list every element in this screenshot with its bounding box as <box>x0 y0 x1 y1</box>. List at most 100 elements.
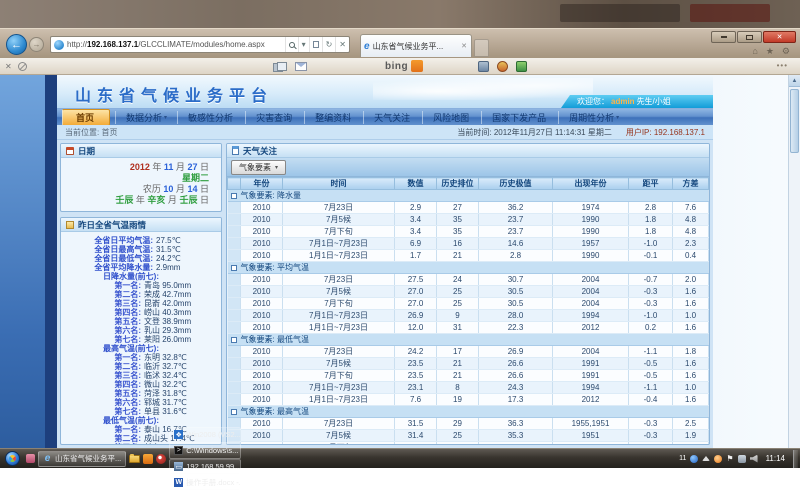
station-value: 32.8℃ <box>162 353 187 362</box>
browser-tab[interactable]: e 山东省气候业务平... ✕ <box>360 34 472 57</box>
taskbar-clock[interactable]: 11:14 <box>766 454 785 463</box>
table-cell: 12.0 <box>395 322 437 334</box>
section-title: 最低气温(前七): <box>63 416 159 425</box>
tab-close-icon[interactable]: ✕ <box>460 41 468 51</box>
cards-addon-icon[interactable] <box>273 62 286 71</box>
table-cell: 28.0 <box>479 310 553 322</box>
share-addon-icon[interactable] <box>516 61 527 72</box>
show-desktop-button[interactable] <box>793 450 798 468</box>
table-cell: 1994 <box>553 382 629 394</box>
table-row: 20107月下旬31.42535.31951-0.31.9 <box>228 442 709 445</box>
pinned-app-icon[interactable] <box>143 454 153 464</box>
nav-item[interactable]: 灾害查询 <box>245 111 304 124</box>
tray-app-icon[interactable] <box>690 455 698 463</box>
table-cell: 1957 <box>553 238 629 250</box>
close-sidebar-icon[interactable]: ✕ <box>5 62 12 71</box>
taskbar-window-item[interactable]: ❖ Win2008 (VS2... <box>169 427 241 443</box>
table-cell: 4.8 <box>673 214 709 226</box>
table-cell: 2010 <box>241 214 283 226</box>
table-cell: 2010 <box>241 286 283 298</box>
camera-addon-icon[interactable] <box>478 61 489 72</box>
table-cell: 31.5 <box>395 418 437 430</box>
expand-checkbox-icon[interactable] <box>231 193 237 199</box>
forward-button[interactable]: → <box>29 37 44 52</box>
table-cell: 2010 <box>241 322 283 334</box>
user-ip: 用户IP: 192.168.137.1 <box>626 127 705 138</box>
nav-item[interactable]: 天气关注 <box>363 111 422 124</box>
rank-row: 第一名:东明 32.8℃ <box>63 353 219 362</box>
expand-checkbox-icon[interactable] <box>231 409 237 415</box>
explorer-icon[interactable] <box>129 455 140 463</box>
nav-item[interactable]: 首页 <box>62 109 110 126</box>
back-button[interactable]: ← <box>6 34 27 55</box>
table-cell: 7月下旬 <box>283 442 395 445</box>
table-cell: 7月5候 <box>283 286 395 298</box>
favorites-icon[interactable]: ★ <box>766 46 774 57</box>
start-button[interactable] <box>5 451 20 466</box>
media-addon-icon[interactable] <box>497 61 508 72</box>
table-cell: 21 <box>437 370 479 382</box>
scrollbar-thumb[interactable] <box>790 89 799 153</box>
station-value: 31.7℃ <box>162 398 187 407</box>
url-text[interactable]: http://192.168.137.1/GLCCLIMATE/modules/… <box>67 40 285 49</box>
expand-checkbox-icon[interactable] <box>231 265 237 271</box>
compatibility-view-icon[interactable] <box>309 37 322 52</box>
list-icon <box>66 221 74 229</box>
new-tab-button[interactable] <box>474 39 489 57</box>
nav-item[interactable]: 周期性分析▾ <box>558 111 629 124</box>
rank-section: 日降水量(前七): 第一名:青岛 95.0mm 第二名:荣成 42.7mm <box>63 272 219 344</box>
scroll-up-arrow[interactable]: ▲ <box>789 75 800 87</box>
rank-row: 第四名:崂山 40.3mm <box>63 308 219 317</box>
element-filter-button[interactable]: 气象要素▾ <box>231 160 286 175</box>
table-cell: 6.9 <box>395 238 437 250</box>
taskbar-ie-item[interactable]: e 山东省气候业务平... <box>38 451 126 467</box>
station-name: 泰山 <box>144 425 160 434</box>
blocked-icon[interactable] <box>18 62 27 71</box>
network-icon[interactable] <box>738 455 746 463</box>
close-button[interactable]: ✕ <box>763 31 796 43</box>
nav-item[interactable]: 敏感性分析 <box>177 111 245 124</box>
group-label: 气象要素: 最高气温 <box>241 407 309 416</box>
table-cell: 25 <box>437 430 479 442</box>
pinned-app-icon[interactable] <box>26 454 35 463</box>
group-label: 气象要素: 最低气温 <box>241 335 309 344</box>
row-checkbox-cell <box>228 358 241 370</box>
stop-icon[interactable]: ✕ <box>335 37 349 52</box>
taskbar-window-item[interactable]: W 操作手册.docx -... <box>169 475 241 491</box>
refresh-icon[interactable]: ↻ <box>322 37 336 52</box>
table-cell: 25 <box>437 298 479 310</box>
expand-checkbox-icon[interactable] <box>231 337 237 343</box>
table-toolbar: 气象要素▾ <box>227 158 709 177</box>
browser-window: ← → http://192.168.137.1/GLCCLIMATE/modu… <box>0 28 800 448</box>
search-dropdown-icon[interactable]: ▾ <box>298 37 309 52</box>
taskbar-window-item[interactable]: > C:\Windows\s... <box>169 443 241 459</box>
volume-icon[interactable] <box>750 455 758 463</box>
minimize-button[interactable] <box>711 31 736 43</box>
hidden-icons-arrow[interactable] <box>702 456 710 461</box>
home-icon[interactable]: ⌂ <box>752 46 757 57</box>
mail-icon[interactable] <box>295 62 307 71</box>
action-center-flag-icon[interactable]: ⚑ <box>726 454 733 463</box>
nav-item[interactable]: 国家下发产品 <box>481 111 558 124</box>
taskbar-window-item[interactable]: ▭ 192.168.59.99... <box>169 459 241 475</box>
nav-item[interactable]: 数据分析▾ <box>115 111 177 124</box>
row-checkbox-cell <box>228 310 241 322</box>
tab-title[interactable]: 山东省气候业务平... <box>373 41 458 52</box>
table-cell: 24.3 <box>479 382 553 394</box>
row-checkbox-cell <box>228 214 241 226</box>
maximize-button[interactable] <box>737 31 762 43</box>
table-cell: 1.8 <box>673 346 709 358</box>
table-group-row: 气象要素: 降水量 <box>228 190 709 202</box>
address-bar[interactable]: http://192.168.137.1/GLCCLIMATE/modules/… <box>50 36 350 53</box>
rank-section: 最高气温(前七): 第一名:东明 32.8℃ 第二名:临沂 32.7℃ <box>63 344 219 416</box>
tray-update-icon[interactable] <box>714 455 722 463</box>
search-icon[interactable] <box>285 37 298 52</box>
nav-item[interactable]: 整编资料 <box>304 111 363 124</box>
overflow-menu-icon[interactable]: ••• <box>777 61 788 70</box>
media-player-icon[interactable] <box>156 454 166 464</box>
nav-item[interactable]: 风险地图 <box>422 111 481 124</box>
vertical-scrollbar[interactable]: ▲ <box>788 75 800 448</box>
settings-gear-icon[interactable]: ⚙ <box>782 46 790 57</box>
table-cell: 23.5 <box>395 370 437 382</box>
bing-search-icon[interactable] <box>411 60 423 72</box>
